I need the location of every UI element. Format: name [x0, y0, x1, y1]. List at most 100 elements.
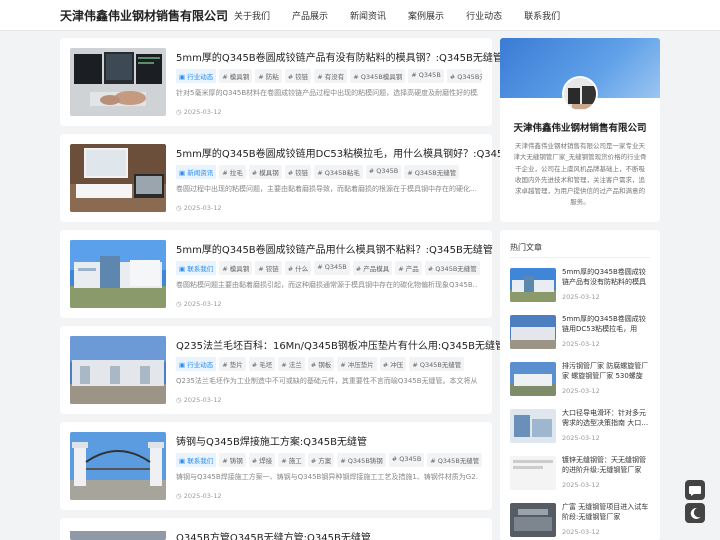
clock-icon: ◷	[176, 492, 184, 500]
hot-article-title[interactable]: 镀锌无缝钢管：天无缝钢管的进阶升级:无缝钢管厂家	[562, 456, 650, 475]
hot-article-title[interactable]: 5mm厚的Q345B卷圆成铰链用DC53粘模拉毛，用什…	[562, 315, 650, 334]
tag-label: 新闻资讯	[187, 169, 214, 177]
post-thumbnail[interactable]	[70, 144, 166, 212]
tag[interactable]: # 防粘	[255, 69, 282, 83]
tag[interactable]: # 模具钢	[248, 165, 282, 179]
hot-articles-widget: 热门文章 5mm厚的Q345B卷圆成铰链产品有没有防粘料的模具钢？… 2025-…	[500, 230, 660, 540]
post-card[interactable]: Q345B方管Q345B无缝方管:Q345B无缝管	[60, 518, 492, 540]
tag[interactable]: # Q345B	[314, 261, 350, 275]
post-excerpt: 针对5毫米厚的Q345B材料在卷圆成铰链产品过程中出现的粘模问题，选择高硬度及耐…	[176, 89, 478, 97]
tag[interactable]: # 钢板	[307, 357, 335, 371]
tag[interactable]: # Q345B	[408, 69, 444, 83]
hot-article-thumbnail[interactable]	[510, 268, 556, 302]
tag[interactable]: # 方案	[307, 453, 335, 467]
tag[interactable]: # 铰链	[284, 69, 312, 83]
tag[interactable]: # 产品	[395, 261, 422, 275]
post-title[interactable]: 铸钢与Q345B焊接施工方案:Q345B无缝管	[176, 433, 367, 448]
hot-article-thumbnail[interactable]	[510, 362, 556, 396]
post-thumbnail[interactable]	[70, 48, 166, 116]
nav-about[interactable]: 关于我们	[234, 9, 270, 22]
hot-article-thumbnail[interactable]	[510, 409, 556, 443]
post-card[interactable]: 5mm厚的Q345B卷圆成铰链产品有没有防粘料的模具钢？:Q345B无缝管 ▣ …	[60, 38, 503, 126]
post-category-tag[interactable]: ▣ 联系我们	[176, 453, 217, 467]
hot-article-thumbnail[interactable]	[510, 456, 556, 490]
tag[interactable]: # Q345B模具钢	[350, 69, 406, 83]
hot-articles-title: 热门文章	[510, 243, 542, 252]
folder-icon: ▣	[179, 169, 188, 177]
post-thumbnail[interactable]	[70, 240, 166, 308]
post-thumbnail[interactable]	[70, 432, 166, 500]
post-title[interactable]: 5mm厚的Q345B卷圆成铰链产品有没有防粘料的模具钢？:Q345B无缝管	[176, 49, 503, 64]
chat-button[interactable]	[685, 480, 705, 500]
post-title[interactable]: 5mm厚的Q345B卷圆成铰链用DC53粘模拉毛，用什么模具钢好？:Q345B…	[176, 145, 520, 160]
post-category-tag[interactable]: ▣ 行业动态	[176, 357, 217, 371]
tag[interactable]: # Q345B无缝管	[427, 453, 482, 467]
post-tags: ▣ 行业动态 # 模具钢 # 防粘 # 铰链 # 有没有 # Q345B模具钢 …	[176, 69, 482, 83]
post-category-tag[interactable]: ▣ 行业动态	[176, 69, 217, 83]
hot-article-item[interactable]: 镀锌无缝钢管：天无缝钢管的进阶升级:无缝钢管厂家 2025-03-12	[510, 456, 650, 494]
hot-article-item[interactable]: 排污钢管厂家 防腐螺旋管厂家 螺旋钢管厂家 530螺旋管… 2025-03-12	[510, 362, 650, 400]
tag-label: 行业动态	[187, 361, 214, 369]
tag[interactable]: # 铰链	[255, 261, 282, 275]
post-card[interactable]: Q235法兰毛坯百科：16Mn/Q345B钢板冲压垫片有什么用:Q345B无缝管…	[60, 326, 505, 414]
dark-mode-toggle[interactable]	[685, 503, 705, 523]
post-card[interactable]: 5mm厚的Q345B卷圆成铰链产品用什么模具钢不粘料？:Q345B无缝管 ▣ 联…	[60, 230, 493, 318]
post-date: ◷ 2025-03-12	[176, 396, 222, 404]
tag-label: 联系我们	[187, 457, 214, 465]
folder-icon: ▣	[179, 265, 188, 273]
tag[interactable]: # 有没有	[314, 69, 348, 83]
hot-article-thumbnail[interactable]	[510, 503, 556, 537]
tag[interactable]: # 模具钢	[219, 69, 253, 83]
tag[interactable]: # 铰链	[284, 165, 312, 179]
post-category-tag[interactable]: ▣ 新闻资讯	[176, 165, 217, 179]
tag[interactable]: # Q345B无缝管	[446, 69, 482, 83]
nav-news[interactable]: 新闻资讯	[350, 9, 386, 22]
tag[interactable]: # Q345B	[388, 453, 425, 467]
nav-cases[interactable]: 案例展示	[408, 9, 444, 22]
tag[interactable]: # 毛坯	[248, 357, 276, 371]
post-title[interactable]: Q235法兰毛坯百科：16Mn/Q345B钢板冲压垫片有什么用:Q345B无缝管	[176, 337, 505, 352]
post-card[interactable]: 铸钢与Q345B焊接施工方案:Q345B无缝管 ▣ 联系我们 # 铸钢 # 焊接…	[60, 422, 492, 510]
clock-icon: ◷	[176, 204, 184, 212]
tag[interactable]: # 产品模具	[352, 261, 393, 275]
tag-label: 行业动态	[187, 73, 214, 81]
post-thumbnail[interactable]	[70, 528, 166, 540]
hot-article-title[interactable]: 排污钢管厂家 防腐螺旋管厂家 螺旋钢管厂家 530螺旋管…	[562, 362, 650, 381]
tag[interactable]: # 垫片	[219, 357, 246, 371]
hot-article-item[interactable]: 5mm厚的Q345B卷圆成铰链用DC53粘模拉毛，用什… 2025-03-12	[510, 315, 650, 353]
tag[interactable]: # Q345B无缝管	[404, 165, 460, 179]
hot-article-item[interactable]: 大口径导电滑环：针对多元需求的选型决策指南 大口… 2025-03-12	[510, 409, 650, 447]
hot-article-title[interactable]: 大口径导电滑环：针对多元需求的选型决策指南 大口…	[562, 409, 650, 428]
tag[interactable]: # Q345B铸钢	[337, 453, 386, 467]
post-category-tag[interactable]: ▣ 联系我们	[176, 261, 217, 275]
nav-products[interactable]: 产品展示	[292, 9, 328, 22]
tag[interactable]: # 什么	[284, 261, 312, 275]
post-title[interactable]: Q345B方管Q345B无缝方管:Q345B无缝管	[176, 529, 371, 540]
nav-contact[interactable]: 联系我们	[524, 9, 560, 22]
hot-article-title[interactable]: 广富 无缝钢管项目进入试车阶段:无缝钢管厂家	[562, 503, 650, 522]
hot-article-item[interactable]: 5mm厚的Q345B卷圆成铰链产品有没有防粘料的模具钢？… 2025-03-12	[510, 268, 650, 306]
tag[interactable]: # Q345B无缝管	[409, 357, 465, 371]
post-title[interactable]: 5mm厚的Q345B卷圆成铰链产品用什么模具钢不粘料？:Q345B无缝管	[176, 241, 493, 256]
tag[interactable]: # 冲压	[379, 357, 407, 371]
tag[interactable]: # 模具钢	[219, 261, 253, 275]
tag[interactable]: # 施工	[278, 453, 305, 467]
hot-article-title[interactable]: 5mm厚的Q345B卷圆成铰链产品有没有防粘料的模具钢？…	[562, 268, 650, 287]
avatar	[562, 76, 598, 112]
site-logo[interactable]: 天津伟鑫伟业钢材销售有限公司	[60, 7, 228, 24]
tag[interactable]: # 拉毛	[219, 165, 246, 179]
post-thumbnail[interactable]	[70, 336, 166, 404]
nav-industry[interactable]: 行业动态	[466, 9, 502, 22]
tag[interactable]: # 法兰	[278, 357, 305, 371]
tag[interactable]: # 焊接	[248, 453, 276, 467]
post-excerpt: 卷圆过程中出现的粘模问题，主要由黏着磨损导致，而黏着磨损的根源在于模具钢中存在的…	[176, 185, 477, 193]
hot-article-item[interactable]: 广富 无缝钢管项目进入试车阶段:无缝钢管厂家 2025-03-12	[510, 503, 650, 540]
post-card[interactable]: 5mm厚的Q345B卷圆成铰链用DC53粘模拉毛，用什么模具钢好？:Q345B……	[60, 134, 520, 222]
hot-article-thumbnail[interactable]	[510, 315, 556, 349]
tag[interactable]: # 冲压垫片	[337, 357, 377, 371]
tag[interactable]: # Q345B	[365, 165, 402, 179]
tag[interactable]: # Q345B无缝管	[424, 261, 480, 275]
tag[interactable]: # Q345B粘毛	[314, 165, 363, 179]
hot-article-date: 2025-03-12	[562, 387, 600, 395]
tag[interactable]: # 铸钢	[219, 453, 246, 467]
